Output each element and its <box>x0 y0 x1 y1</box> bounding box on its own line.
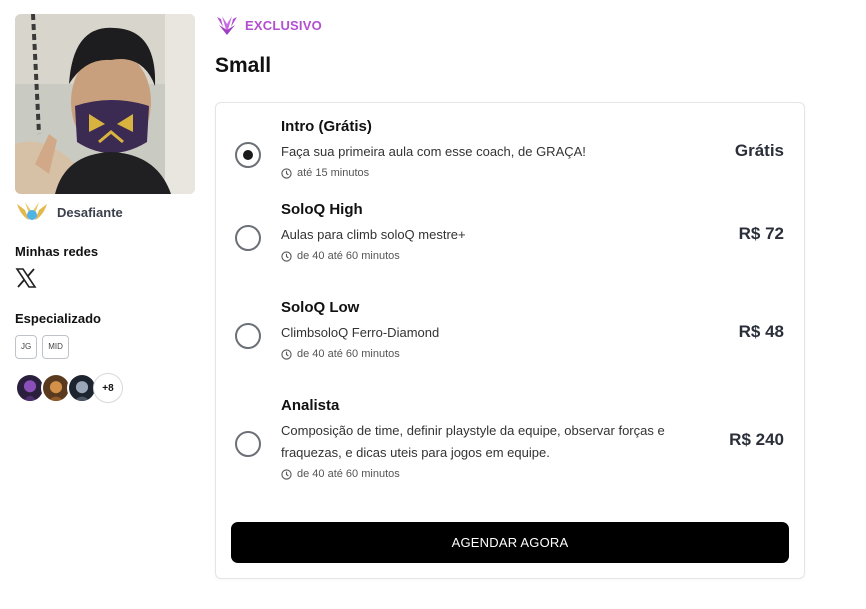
plan-option[interactable]: Analista Composição de time, definir pla… <box>231 397 789 516</box>
plan-duration-text: de 40 até 60 minutos <box>297 348 400 360</box>
plan-name: Intro (Grátis) <box>281 118 372 135</box>
radio-dot <box>243 150 253 160</box>
plan-option[interactable]: SoloQ High Aulas para climb soloQ mestre… <box>231 201 789 299</box>
plan-price: Grátis <box>734 141 784 160</box>
plan-radio[interactable] <box>235 225 261 251</box>
coach-sidebar: Desafiante Minhas redes Especializado JG… <box>15 14 195 403</box>
plan-description: Aulas para climb soloQ mestre+ <box>281 227 466 242</box>
plan-duration: de 40 até 60 minutos <box>281 468 789 480</box>
plans-panel: EXCLUSIVO Small Intro (Grátis) Faça sua … <box>215 12 805 579</box>
exclusive-badge: EXCLUSIVO <box>215 12 805 38</box>
coach-avatar <box>15 14 195 194</box>
plan-body: Analista Composição de time, definir pla… <box>281 397 789 480</box>
plan-option[interactable]: SoloQ Low ClimbsoloQ Ferro-Diamond de 40… <box>231 299 789 397</box>
exclusive-crest-icon <box>217 16 237 35</box>
role-tag-mid: MID <box>42 335 69 359</box>
plan-price: R$ 72 <box>738 224 784 243</box>
role-tag-jg: JG <box>15 335 38 359</box>
plan-radio[interactable] <box>235 431 261 457</box>
plan-price: R$ 48 <box>738 322 784 341</box>
plan-duration: de 40 até 60 minutos <box>281 348 789 360</box>
plan-duration: de 40 até 60 minutos <box>281 250 789 262</box>
plan-name: SoloQ Low <box>281 299 360 316</box>
plan-radio-selected[interactable] <box>235 142 261 168</box>
plan-price: R$ 240 <box>729 430 784 449</box>
page-title: Small <box>215 54 272 77</box>
clock-icon <box>281 468 292 480</box>
plan-description: Composição de time, definir playstyle da… <box>281 423 665 460</box>
clock-icon <box>281 167 292 179</box>
schedule-now-button[interactable]: AGENDAR AGORA <box>231 522 789 563</box>
plan-duration-text: até 15 minutos <box>297 167 370 179</box>
specialized-title: Especializado <box>15 311 101 326</box>
clock-icon <box>281 348 292 360</box>
plan-duration-text: de 40 até 60 minutos <box>297 468 400 480</box>
plan-description: Faça sua primeira aula com esse coach, d… <box>281 144 586 159</box>
x-twitter-icon[interactable] <box>15 267 37 289</box>
plan-name: Analista <box>281 397 340 414</box>
plan-body: SoloQ High Aulas para climb soloQ mestre… <box>281 201 789 262</box>
champions-more-badge[interactable]: +8 <box>93 373 123 403</box>
clock-icon <box>281 250 292 262</box>
plan-option[interactable]: Intro (Grátis) Faça sua primeira aula co… <box>231 103 789 201</box>
plan-name: SoloQ High <box>281 201 363 218</box>
plan-description: ClimbsoloQ Ferro-Diamond <box>281 325 440 340</box>
plan-radio[interactable] <box>235 323 261 349</box>
rank-challenger-icon <box>15 200 49 224</box>
plans-card: Intro (Grátis) Faça sua primeira aula co… <box>215 102 805 579</box>
plan-duration-text: de 40 até 60 minutos <box>297 250 400 262</box>
role-tags: JG MID <box>15 335 195 359</box>
exclusive-label: EXCLUSIVO <box>245 17 322 33</box>
rank-label: Desafiante <box>57 204 123 220</box>
plan-duration: até 15 minutos <box>281 167 789 179</box>
networks-title: Minhas redes <box>15 244 99 259</box>
champion-list: +8 <box>15 373 195 403</box>
rank-row: Desafiante <box>15 200 195 224</box>
plan-body: Intro (Grátis) Faça sua primeira aula co… <box>281 118 789 179</box>
plan-body: SoloQ Low ClimbsoloQ Ferro-Diamond de 40… <box>281 299 789 360</box>
